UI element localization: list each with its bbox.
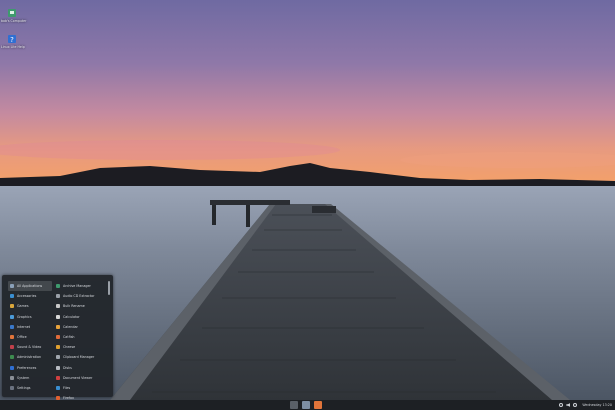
category-list: All Applications Accessories Games Graphics… bbox=[8, 281, 52, 393]
desktop: bob's Computer ? Linux Lite Help All App… bbox=[0, 0, 615, 400]
network-icon[interactable] bbox=[559, 403, 564, 407]
settings-icon bbox=[10, 385, 14, 390]
disks-icon bbox=[56, 365, 60, 370]
menu-item-label: Disks bbox=[63, 365, 72, 370]
menu-item-label: Document Viewer bbox=[63, 375, 93, 380]
desktop-icon-label: bob's Computer bbox=[1, 19, 27, 23]
app-disks[interactable]: Disks bbox=[54, 363, 104, 373]
menu-item-label: System bbox=[17, 375, 30, 380]
category-sound-video[interactable]: Sound & Video bbox=[8, 342, 52, 352]
all-apps-icon bbox=[10, 284, 14, 289]
office-icon bbox=[10, 335, 14, 340]
menu-item-label: Sound & Video bbox=[17, 345, 42, 350]
menu-item-label: Audio CD Extractor bbox=[63, 294, 95, 299]
category-administration[interactable]: Administration bbox=[8, 352, 52, 362]
category-preferences[interactable]: Preferences bbox=[8, 363, 52, 373]
system-icon bbox=[10, 375, 14, 380]
camera-icon bbox=[56, 345, 60, 350]
category-settings[interactable]: Settings bbox=[8, 383, 52, 393]
games-icon bbox=[10, 304, 14, 309]
app-catfish[interactable]: Catfish bbox=[54, 332, 104, 342]
menu-item-label: Cheese bbox=[63, 345, 76, 350]
terminal-launcher-icon[interactable] bbox=[290, 401, 298, 409]
volume-icon[interactable] bbox=[566, 403, 571, 407]
menu-item-label: Files bbox=[63, 385, 71, 390]
category-graphics[interactable]: Graphics bbox=[8, 312, 52, 322]
app-calculator[interactable]: Calculator bbox=[54, 312, 104, 322]
category-system[interactable]: System bbox=[8, 373, 52, 383]
app-calendar[interactable]: Calendar bbox=[54, 322, 104, 332]
calendar-icon bbox=[56, 324, 60, 329]
app-document-viewer[interactable]: Document Viewer bbox=[54, 373, 104, 383]
app-cheese[interactable]: Cheese bbox=[54, 342, 104, 352]
graphics-icon bbox=[10, 314, 14, 319]
category-office[interactable]: Office bbox=[8, 332, 52, 342]
internet-icon bbox=[10, 324, 14, 329]
system-tray: Wednesday 13:20 bbox=[559, 400, 612, 410]
menu-item-label: Preferences bbox=[17, 365, 37, 370]
cd-icon bbox=[56, 294, 60, 299]
browser-launcher-icon[interactable] bbox=[314, 401, 322, 409]
menu-item-label: Office bbox=[17, 335, 27, 340]
application-menu: All Applications Accessories Games Graphics… bbox=[2, 275, 113, 400]
category-games[interactable]: Games bbox=[8, 301, 52, 311]
desktop-icon-help[interactable]: ? Linux Lite Help bbox=[1, 34, 25, 49]
menu-item-label: Catfish bbox=[63, 335, 75, 340]
accessories-icon bbox=[10, 294, 14, 299]
menu-item-label: Clipboard Manager bbox=[63, 355, 95, 360]
app-list: Archive Manager Audio CD Extractor Bulk Re… bbox=[54, 281, 104, 400]
files-launcher-icon[interactable] bbox=[302, 401, 310, 409]
menu-item-label: Games bbox=[17, 304, 29, 309]
menu-item-label: Calendar bbox=[63, 324, 78, 329]
rename-icon bbox=[56, 304, 60, 309]
desktop-icon-label: Linux Lite Help bbox=[1, 45, 25, 49]
taskbar: Wednesday 13:20 bbox=[0, 400, 615, 410]
app-clipboard-manager[interactable]: Clipboard Manager bbox=[54, 352, 104, 362]
menu-item-label: Accessories bbox=[17, 294, 37, 299]
help-icon: ? bbox=[8, 35, 16, 44]
app-bulk-rename[interactable]: Bulk Rename bbox=[54, 301, 104, 311]
category-all-applications[interactable]: All Applications bbox=[8, 281, 52, 292]
administration-icon bbox=[10, 355, 14, 360]
document-icon bbox=[56, 375, 60, 380]
category-internet[interactable]: Internet bbox=[8, 322, 52, 332]
menu-item-label: Settings bbox=[17, 385, 31, 390]
preferences-icon bbox=[10, 365, 14, 370]
calculator-icon bbox=[56, 314, 60, 319]
clock[interactable]: Wednesday 13:20 bbox=[582, 403, 612, 407]
category-accessories[interactable]: Accessories bbox=[8, 291, 52, 301]
svg-text:?: ? bbox=[10, 36, 14, 44]
clipboard-icon bbox=[56, 355, 60, 360]
archive-icon bbox=[56, 284, 60, 289]
desktop-icon-computer[interactable]: bob's Computer bbox=[1, 8, 27, 23]
menu-scrollbar[interactable] bbox=[108, 281, 110, 295]
files-icon bbox=[56, 385, 60, 390]
app-archive-manager[interactable]: Archive Manager bbox=[54, 281, 104, 291]
menu-item-label: Bulk Rename bbox=[63, 304, 85, 309]
menu-item-label: Internet bbox=[17, 324, 31, 329]
menu-item-label: All Applications bbox=[17, 284, 43, 289]
app-firefox[interactable]: Firefox bbox=[54, 393, 104, 400]
menu-item-label: Graphics bbox=[17, 314, 32, 319]
home-folder-icon bbox=[8, 9, 16, 17]
app-audio-cd-extractor[interactable]: Audio CD Extractor bbox=[54, 291, 104, 301]
app-files[interactable]: Files bbox=[54, 383, 104, 393]
multimedia-icon bbox=[10, 345, 14, 350]
menu-item-label: Administration bbox=[17, 355, 42, 360]
power-icon[interactable] bbox=[573, 403, 578, 407]
menu-item-label: Calculator bbox=[63, 314, 80, 319]
menu-item-label: Archive Manager bbox=[63, 284, 91, 289]
search-icon bbox=[56, 335, 60, 340]
